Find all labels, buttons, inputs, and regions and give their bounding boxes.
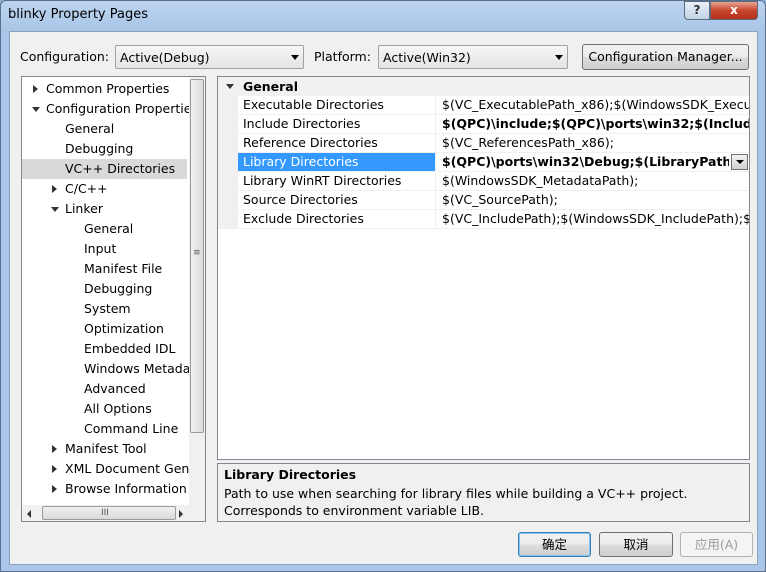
tree-vertical-scroll-thumb[interactable]: ≡: [190, 79, 204, 433]
description-text: Path to use when searching for library f…: [224, 486, 688, 518]
configuration-manager-button[interactable]: Configuration Manager...: [582, 44, 749, 70]
collapse-arrow-icon[interactable]: [226, 84, 234, 89]
property-name: Library Directories: [238, 153, 436, 171]
platform-combo[interactable]: Active(Win32): [378, 45, 568, 69]
category-row-general[interactable]: General: [218, 77, 749, 96]
help-button[interactable]: ?: [684, 1, 710, 20]
scroll-grip-icon: ≡: [193, 248, 201, 258]
property-row-library-winrt-directories[interactable]: Library WinRT Directories $(WindowsSDK_M…: [218, 172, 749, 191]
collapse-arrow-icon[interactable]: [32, 107, 40, 112]
tree-item-general[interactable]: General: [22, 119, 189, 139]
scroll-right-icon[interactable]: [179, 510, 183, 518]
platform-label: Platform:: [314, 49, 371, 64]
tree-item-linker-windows-metadata[interactable]: Windows Metadata: [22, 359, 189, 379]
property-pages-window: blinky Property Pages ? x Configuration:…: [0, 0, 766, 572]
tree-item-linker-debugging[interactable]: Debugging: [22, 279, 189, 299]
property-value[interactable]: $(VC_ReferencesPath_x86);: [437, 134, 749, 152]
chevron-down-icon: [736, 160, 744, 164]
chevron-down-icon: [291, 55, 299, 60]
tree-vertical-scrollbar[interactable]: ≡: [189, 77, 205, 505]
property-value[interactable]: $(QPC)\include;$(QPC)\ports\win32;$(Incl…: [437, 115, 749, 133]
property-name: Executable Directories: [238, 96, 436, 114]
expand-arrow-icon[interactable]: [52, 465, 57, 473]
property-name: Reference Directories: [238, 134, 436, 152]
property-row-source-directories[interactable]: Source Directories $(VC_SourcePath);: [218, 191, 749, 210]
tree-item-linker-command-line[interactable]: Command Line: [22, 419, 189, 439]
configuration-combo[interactable]: Active(Debug): [115, 45, 304, 69]
property-tree: Common Properties Configuration Properti…: [21, 76, 206, 522]
property-value[interactable]: $(VC_ExecutablePath_x86);$(WindowsSDK_Ex…: [437, 96, 749, 114]
tree-horizontal-scroll-thumb[interactable]: III: [42, 506, 176, 520]
tree-item-debugging[interactable]: Debugging: [22, 139, 189, 159]
property-name: Include Directories: [238, 115, 436, 133]
tree-item-linker-optimization[interactable]: Optimization: [22, 319, 189, 339]
property-row-executable-directories[interactable]: Executable Directories $(VC_ExecutablePa…: [218, 96, 749, 115]
scroll-grip-icon: III: [101, 508, 109, 518]
window-title: blinky Property Pages: [8, 7, 148, 22]
platform-value: Active(Win32): [383, 50, 471, 65]
tree-item-linker-advanced[interactable]: Advanced: [22, 379, 189, 399]
expand-arrow-icon[interactable]: [52, 485, 57, 493]
description-title: Library Directories: [224, 467, 357, 482]
configuration-value: Active(Debug): [120, 50, 210, 65]
property-value[interactable]: $(WindowsSDK_MetadataPath);: [437, 172, 749, 190]
tree-item-configuration-properties[interactable]: Configuration Properties: [22, 99, 198, 119]
category-label: General: [243, 79, 298, 94]
dialog-client-area: Configuration: Active(Debug) Platform: A…: [9, 31, 758, 565]
property-name: Exclude Directories: [238, 210, 436, 228]
expand-arrow-icon[interactable]: [33, 85, 38, 93]
property-row-exclude-directories[interactable]: Exclude Directories $(VC_IncludePath);$(…: [218, 210, 749, 229]
tree-item-c-cpp[interactable]: C/C++: [22, 179, 189, 199]
chevron-down-icon: [555, 55, 563, 60]
property-value[interactable]: $(VC_IncludePath);$(WindowsSDK_IncludePa…: [437, 210, 749, 228]
tree-item-manifest-tool[interactable]: Manifest Tool: [22, 439, 189, 459]
apply-button[interactable]: 应用(A): [680, 532, 753, 557]
scroll-left-icon[interactable]: [27, 510, 31, 518]
tree-item-vc-directories[interactable]: VC++ Directories: [22, 159, 187, 179]
expand-arrow-icon[interactable]: [52, 185, 57, 193]
property-grid: General Executable Directories $(VC_Exec…: [217, 76, 750, 460]
property-name: Library WinRT Directories: [238, 172, 436, 190]
tree-item-linker-general[interactable]: General: [22, 219, 189, 239]
description-panel: Library Directories Path to use when sea…: [217, 463, 750, 522]
cancel-button[interactable]: 取消: [599, 532, 673, 557]
tree-item-linker-all-options[interactable]: All Options: [22, 399, 189, 419]
collapse-arrow-icon[interactable]: [51, 207, 59, 212]
property-name: Source Directories: [238, 191, 436, 209]
tree-item-linker-embedded-idl[interactable]: Embedded IDL: [22, 339, 189, 359]
tree-item-xml-document-generator[interactable]: XML Document Generator: [22, 459, 189, 479]
tree-item-browse-information[interactable]: Browse Information: [22, 479, 189, 499]
expand-arrow-icon[interactable]: [52, 445, 57, 453]
tree-item-linker[interactable]: Linker: [22, 199, 189, 219]
tree-item-linker-manifest-file[interactable]: Manifest File: [22, 259, 189, 279]
tree-horizontal-scrollbar[interactable]: III: [22, 505, 205, 521]
ok-button[interactable]: 确定: [518, 532, 591, 557]
property-row-library-directories[interactable]: Library Directories $(QPC)\ports\win32\D…: [218, 153, 749, 172]
title-bar[interactable]: blinky Property Pages ? x: [1, 1, 765, 31]
close-button[interactable]: x: [710, 1, 758, 20]
configuration-label: Configuration:: [20, 49, 109, 64]
property-row-include-directories[interactable]: Include Directories $(QPC)\include;$(QPC…: [218, 115, 749, 134]
property-value-input[interactable]: $(QPC)\ports\win32\Debug;$(LibraryPath): [437, 153, 729, 171]
tree-item-common-properties[interactable]: Common Properties: [22, 79, 189, 99]
tree-item-linker-system[interactable]: System: [22, 299, 189, 319]
tree-item-linker-input[interactable]: Input: [22, 239, 189, 259]
property-row-reference-directories[interactable]: Reference Directories $(VC_ReferencesPat…: [218, 134, 749, 153]
property-dropdown-button[interactable]: [731, 154, 748, 170]
property-value[interactable]: $(VC_SourcePath);: [437, 191, 749, 209]
